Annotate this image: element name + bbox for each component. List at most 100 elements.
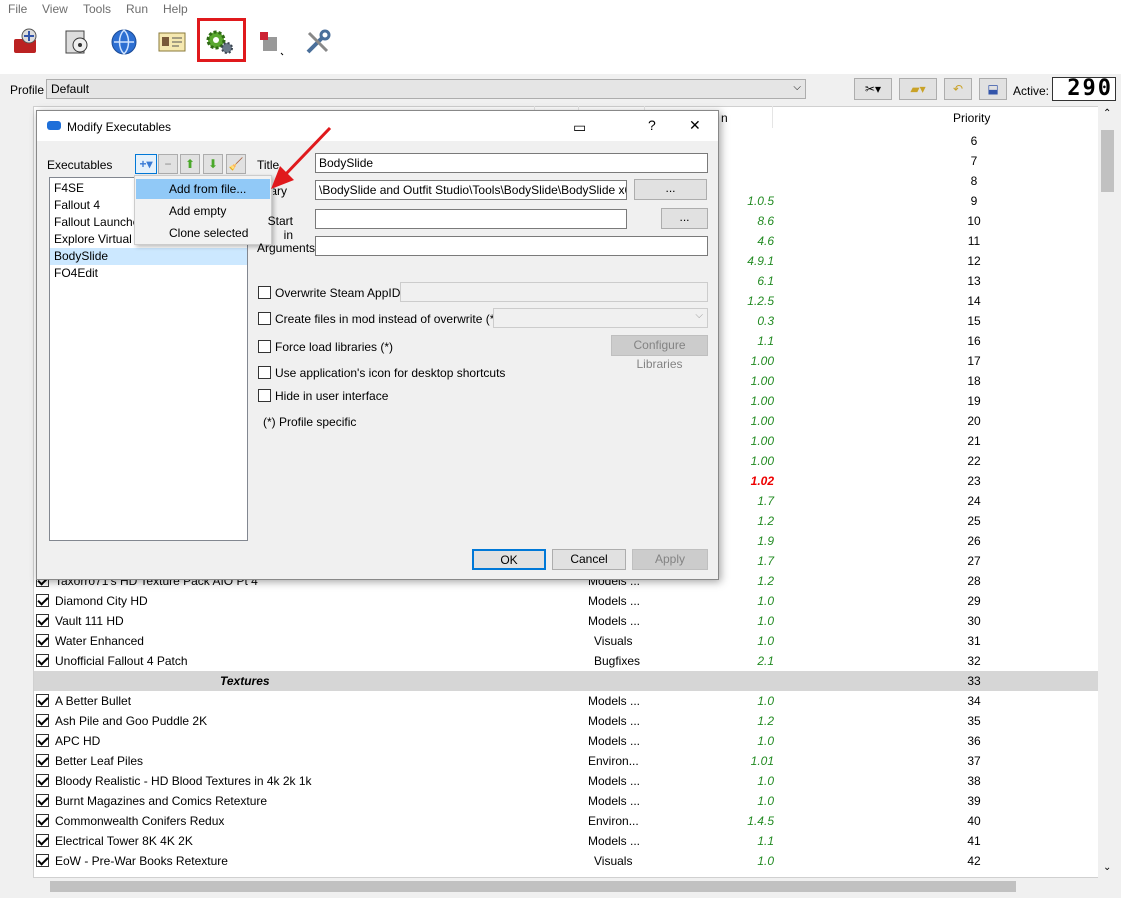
vertical-scrollbar[interactable]	[1098, 106, 1117, 878]
enabled-checkbox[interactable]	[36, 834, 49, 847]
archives-button[interactable]	[58, 24, 94, 60]
version-header[interactable]: n	[721, 111, 728, 125]
window-layout-icon[interactable]: ▭	[573, 119, 586, 136]
restore-backup-button[interactable]: ↶	[944, 78, 972, 100]
table-row[interactable]: Ash Pile and Goo Puddle 2K Models ... 1.2 3…	[34, 711, 1100, 731]
enabled-checkbox[interactable]	[36, 594, 49, 607]
table-row[interactable]: Bloody Realistic - HD Blood Textures in …	[34, 771, 1100, 791]
category-cell: Environ...	[588, 814, 639, 828]
change-game-button[interactable]	[8, 24, 44, 60]
tools-icon	[260, 32, 284, 56]
table-row[interactable]: EoW - Pre-War Books Retexture Visuals 1.0 4…	[34, 851, 1100, 871]
enabled-checkbox[interactable]	[36, 794, 49, 807]
add-empty-item[interactable]: Add empty	[136, 201, 270, 221]
add-executable-button[interactable]: +▾	[135, 154, 157, 174]
hide-ui-label: Hide in user interface	[275, 389, 389, 403]
profile-select[interactable]: Default ⌵	[46, 79, 806, 99]
tools-button[interactable]	[252, 24, 288, 60]
executables-label: Executables	[47, 158, 113, 172]
list-item-bodyslide[interactable]: BodySlide	[50, 248, 247, 265]
profiles-button[interactable]	[154, 24, 190, 60]
menu-file[interactable]: File	[8, 2, 27, 16]
ok-button[interactable]: OK	[472, 549, 546, 570]
enabled-checkbox[interactable]	[36, 754, 49, 767]
category-cell: Models ...	[588, 594, 641, 608]
add-from-file-item[interactable]: Add from file...	[136, 179, 270, 199]
category-cell: Visuals	[594, 634, 633, 648]
priority-cell: 34	[967, 694, 981, 708]
move-up-button[interactable]: ⬆	[180, 154, 200, 174]
table-row[interactable]: Commonwealth Conifers Redux Environ... 1.4…	[34, 811, 1100, 831]
archive-tools-button[interactable]: ✂▾	[854, 78, 892, 100]
enabled-checkbox[interactable]	[36, 854, 49, 867]
enabled-checkbox[interactable]	[36, 614, 49, 627]
close-button[interactable]: ✕	[689, 117, 701, 134]
checkbox-box	[258, 366, 271, 379]
enabled-checkbox[interactable]	[36, 634, 49, 647]
enabled-checkbox[interactable]	[36, 714, 49, 727]
version-cell: 4.9.1	[747, 254, 774, 268]
enabled-checkbox[interactable]	[36, 734, 49, 747]
table-row[interactable]: Vault 111 HD Models ... 1.0 30	[34, 611, 1100, 631]
separator-row[interactable]: Textures 33	[34, 671, 1100, 691]
table-row[interactable]: A Better Bullet Models ... 1.0 34	[34, 691, 1100, 711]
category-cell: Visuals	[594, 854, 633, 868]
scroll-down-icon[interactable]: ⌄	[1103, 862, 1111, 873]
cancel-button[interactable]: Cancel	[552, 549, 626, 570]
enabled-checkbox[interactable]	[36, 654, 49, 667]
enabled-checkbox[interactable]	[36, 814, 49, 827]
move-down-button[interactable]: ⬇	[203, 154, 223, 174]
browse-start-button[interactable]: ...	[661, 208, 708, 229]
priority-cell: 16	[967, 334, 981, 348]
enabled-checkbox[interactable]	[36, 694, 49, 707]
priority-header[interactable]: Priority	[953, 111, 990, 125]
separator-label: Textures	[220, 674, 270, 688]
version-cell: 1.00	[750, 454, 774, 468]
profile-value: Default	[51, 82, 90, 96]
priority-cell: 21	[967, 434, 981, 448]
menu-view[interactable]: View	[42, 2, 68, 16]
start-in-field[interactable]	[315, 209, 627, 229]
apply-button[interactable]: Apply	[632, 549, 708, 570]
priority-cell: 7	[970, 154, 978, 168]
help-button[interactable]: ?	[648, 117, 656, 133]
table-row[interactable]: Unofficial Fallout 4 Patch Bugfixes 2.1 32	[34, 651, 1100, 671]
settings-button[interactable]	[300, 24, 336, 60]
table-row[interactable]: Water Enhanced Visuals 1.0 31	[34, 631, 1100, 651]
vertical-scroll-thumb[interactable]	[1101, 130, 1114, 192]
menu-run[interactable]: Run	[126, 2, 148, 16]
create-backup-button[interactable]: ⬓	[979, 78, 1007, 100]
configure-libraries-button[interactable]: Configure Libraries	[611, 335, 708, 371]
enabled-checkbox[interactable]	[36, 774, 49, 787]
open-folder-button[interactable]: ▰▾	[899, 78, 937, 100]
folder-icon: ▰▾	[910, 82, 926, 96]
priority-cell: 19	[967, 394, 981, 408]
nexus-button[interactable]	[106, 24, 142, 60]
horizontal-scroll-thumb[interactable]	[50, 881, 1016, 892]
menu-tools[interactable]: Tools	[83, 2, 111, 16]
priority-cell: 20	[967, 414, 981, 428]
clone-selected-item[interactable]: Clone selected	[136, 223, 270, 243]
add-menu-popup: Add from file... Add empty Clone selecte…	[134, 175, 272, 245]
version-cell: 1.2	[757, 714, 774, 728]
table-row[interactable]: Electrical Tower 8K 4K 2K Models ... 1.1 41	[34, 831, 1100, 851]
priority-cell: 35	[967, 714, 981, 728]
table-row[interactable]: Diamond City HD Models ... 1.0 29	[34, 591, 1100, 611]
version-cell: 1.0	[757, 594, 774, 608]
table-row[interactable]: Burnt Magazines and Comics Retexture Mode…	[34, 791, 1100, 811]
browse-binary-button[interactable]: ...	[634, 179, 707, 200]
title-field[interactable]: BodySlide	[315, 153, 708, 173]
remove-executable-button[interactable]: −	[158, 154, 178, 174]
app-icon	[47, 121, 61, 130]
steam-appid-field	[400, 282, 708, 302]
binary-field[interactable]: \BodySlide and Outfit Studio\Tools\BodyS…	[315, 180, 627, 200]
arguments-field[interactable]	[315, 236, 708, 256]
table-row[interactable]: APC HD Models ... 1.0 36	[34, 731, 1100, 751]
list-item-fo4edit[interactable]: FO4Edit	[50, 265, 247, 282]
menu-bar: File View Tools Run Help	[0, 0, 1121, 18]
priority-cell: 22	[967, 454, 981, 468]
menu-help[interactable]: Help	[163, 2, 188, 16]
scroll-up-icon[interactable]: ⌃	[1103, 108, 1111, 119]
clean-button[interactable]: 🧹	[226, 154, 246, 174]
table-row[interactable]: Better Leaf Piles Environ... 1.01 37	[34, 751, 1100, 771]
